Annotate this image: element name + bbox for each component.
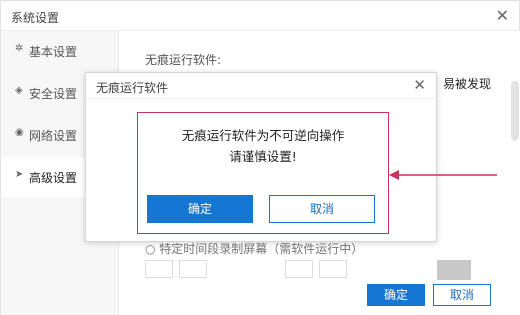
start-hour-field[interactable] [145, 260, 173, 278]
annotation-arrow-icon [389, 170, 497, 180]
dialog-cancel-button[interactable]: 取消 [269, 195, 375, 223]
close-icon[interactable]: ✕ [496, 6, 509, 25]
cancel-button[interactable]: 取消 [433, 284, 491, 306]
time-range-inputs [145, 260, 471, 280]
sidebar-item-label: 高级设置 [29, 171, 78, 185]
ok-button[interactable]: 确定 [367, 284, 425, 306]
cursor-icon: ➤ [15, 169, 24, 180]
title-bar: 系统设置 ✕ [1, 1, 520, 31]
end-hour-field[interactable] [285, 260, 313, 278]
close-icon[interactable]: ✕ [413, 76, 426, 94]
radio-label: ○ 特定时间段录制屏幕（需软件运行中） [145, 242, 364, 256]
dialog-title-bar: 无痕运行软件 ✕ [86, 73, 436, 99]
settings-window: 系统设置 ✕ ✲ 基本设置 ◈ 安全设置 ◉ 网络设置 ➤ 高级设置 无痕运行软… [0, 0, 520, 315]
dialog-message-line1: 无痕运行软件为不可逆向操作 [181, 128, 345, 143]
dialog-message-line2: 请谨慎设置! [229, 149, 297, 164]
scrollbar[interactable] [511, 81, 519, 141]
network-icon: ◉ [15, 127, 24, 138]
start-minute-field[interactable] [179, 260, 207, 278]
window-title: 系统设置 [11, 11, 60, 25]
section-label: 无痕运行软件: [145, 53, 222, 67]
end-minute-field[interactable] [319, 260, 347, 278]
add-time-button[interactable] [437, 260, 471, 280]
dialog-ok-button[interactable]: 确定 [147, 195, 253, 223]
sidebar-item-label: 网络设置 [29, 129, 78, 143]
sidebar-item-basic[interactable]: ✲ 基本设置 [1, 31, 119, 71]
gear-icon: ✲ [15, 43, 24, 54]
sidebar-item-label: 基本设置 [29, 45, 78, 59]
sidebar-item-label: 安全设置 [29, 87, 78, 101]
radio-option-scheduled[interactable]: ○ 特定时间段录制屏幕（需软件运行中） [145, 240, 363, 257]
option-text-partial: 易被发现 [443, 77, 492, 91]
shield-icon: ◈ [15, 85, 23, 96]
dialog-title: 无痕运行软件 [96, 81, 169, 95]
